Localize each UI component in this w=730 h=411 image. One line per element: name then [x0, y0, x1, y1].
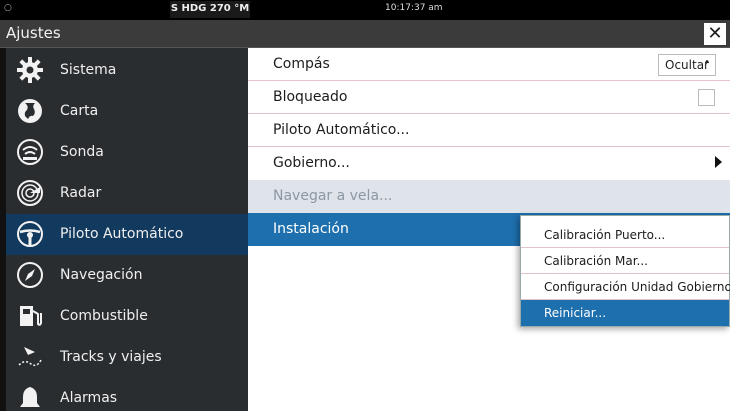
globe-icon — [18, 99, 42, 123]
gear-icon — [17, 57, 43, 83]
sidebar-item-tracks-y-viajes[interactable]: Tracks y viajes — [6, 337, 248, 378]
sidebar-item-label: Sistema — [60, 62, 117, 78]
submenu-item-label: Reiniciar... — [544, 306, 607, 320]
submenu-item-reiniciar[interactable]: Reiniciar... — [521, 300, 729, 326]
chevron-right-icon — [715, 156, 722, 168]
sidebar-item-sonda[interactable]: Sonda — [6, 132, 248, 173]
fuel-pump-icon — [20, 306, 42, 326]
sidebar-item-label: Sonda — [60, 144, 104, 160]
row-label: Instalación — [273, 221, 349, 237]
submenu-item-label: Calibración Puerto... — [544, 228, 666, 242]
row-label: Bloqueado — [273, 89, 348, 105]
row-label: Gobierno... — [273, 155, 350, 171]
submenu-item-calibracion-mar[interactable]: Calibración Mar... — [521, 248, 729, 274]
sidebar-item-label: Carta — [60, 103, 99, 119]
status-bar: ○ S HDG 270 °M 10:17:37 am — [0, 0, 730, 20]
sidebar-item-radar[interactable]: Radar — [6, 173, 248, 214]
submenu-item-configuracion-unidad-gobierno[interactable]: Configuración Unidad Gobierno... — [521, 274, 730, 300]
sidebar-item-alarmas[interactable]: Alarmas — [6, 378, 248, 411]
bloqueado-checkbox[interactable] — [698, 89, 715, 106]
sidebar-item-label: Alarmas — [60, 390, 118, 406]
sidebar-item-label: Tracks y viajes — [60, 349, 162, 365]
bell-icon — [20, 387, 40, 407]
select-value: Ocultar — [665, 58, 709, 72]
row-bloqueado[interactable]: Bloqueado — [248, 81, 730, 114]
sidebar-item-piloto-automatico[interactable]: Piloto Automático — [6, 214, 248, 255]
compass-icon — [17, 262, 43, 288]
row-label: Navegar a vela... — [273, 188, 393, 204]
close-icon: ✕ — [707, 23, 723, 44]
chevron-down-icon: • — [704, 57, 710, 68]
sidebar: Sistema Carta Sonda Radar Piloto Automát… — [0, 48, 248, 411]
row-gobierno[interactable]: Gobierno... — [248, 147, 730, 180]
sidebar-item-label: Radar — [60, 185, 102, 201]
status-indicator-icon: ○ — [4, 3, 12, 13]
track-icon — [18, 347, 42, 367]
row-compas[interactable]: Compás Ocultar • — [248, 48, 730, 81]
clock: 10:17:37 am — [385, 3, 443, 13]
sidebar-item-sistema[interactable]: Sistema — [6, 50, 248, 91]
heading-readout[interactable]: S HDG 270 °M — [170, 1, 250, 18]
sidebar-item-label: Navegación — [60, 267, 143, 283]
sidebar-item-navegacion[interactable]: Navegación — [6, 255, 248, 296]
sidebar-item-label: Piloto Automático — [60, 226, 184, 242]
row-label: Piloto Automático... — [273, 122, 410, 138]
row-navegar-a-vela: Navegar a vela... — [248, 180, 730, 213]
row-label: Compás — [273, 56, 330, 72]
window-title: Ajustes — [6, 24, 61, 42]
compas-select[interactable]: Ocultar • — [658, 54, 716, 76]
row-piloto-automatico[interactable]: Piloto Automático... — [248, 114, 730, 147]
submenu-item-label: Configuración Unidad Gobierno... — [544, 280, 730, 294]
sidebar-item-combustible[interactable]: Combustible — [6, 296, 248, 337]
submenu-item-label: Calibración Mar... — [544, 254, 648, 268]
title-bar: Ajustes ✕ — [0, 20, 730, 48]
sidebar-item-label: Combustible — [60, 308, 148, 324]
sidebar-item-carta[interactable]: Carta — [6, 91, 248, 132]
sonar-icon — [17, 139, 43, 165]
helm-wheel-icon — [17, 221, 43, 247]
close-button[interactable]: ✕ — [704, 23, 726, 45]
submenu-item-calibracion-puerto[interactable]: Calibración Puerto... — [521, 222, 729, 248]
installation-submenu: Calibración Puerto... Calibración Mar...… — [520, 215, 730, 327]
radar-icon — [17, 180, 43, 206]
